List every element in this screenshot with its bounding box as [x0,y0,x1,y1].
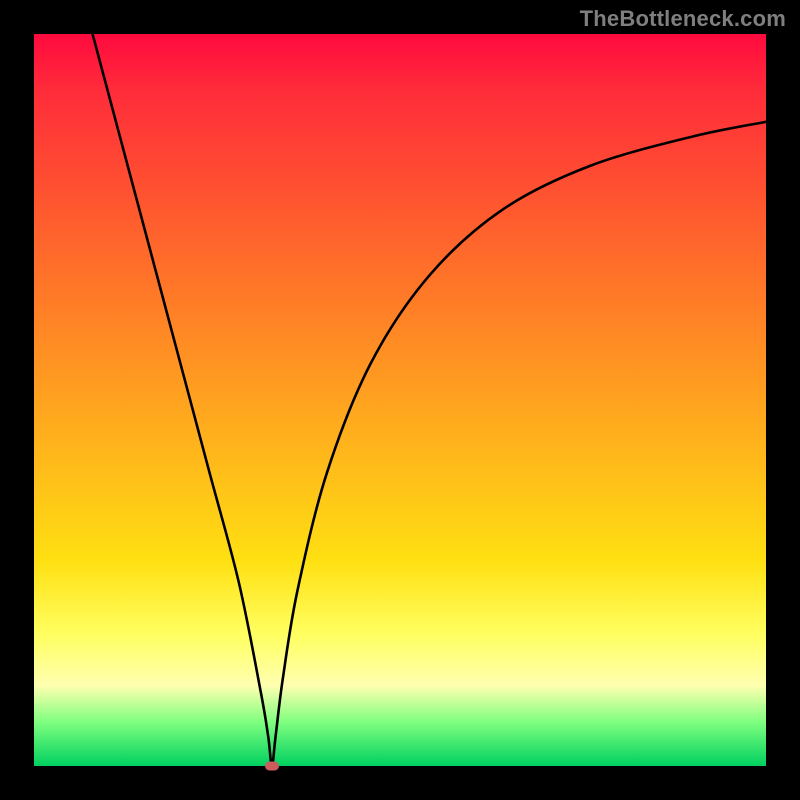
chart-frame: TheBottleneck.com [0,0,800,800]
bottleneck-curve [34,34,766,766]
plot-area [34,34,766,766]
curve-minimum-marker [265,762,279,771]
watermark-text: TheBottleneck.com [580,6,786,32]
